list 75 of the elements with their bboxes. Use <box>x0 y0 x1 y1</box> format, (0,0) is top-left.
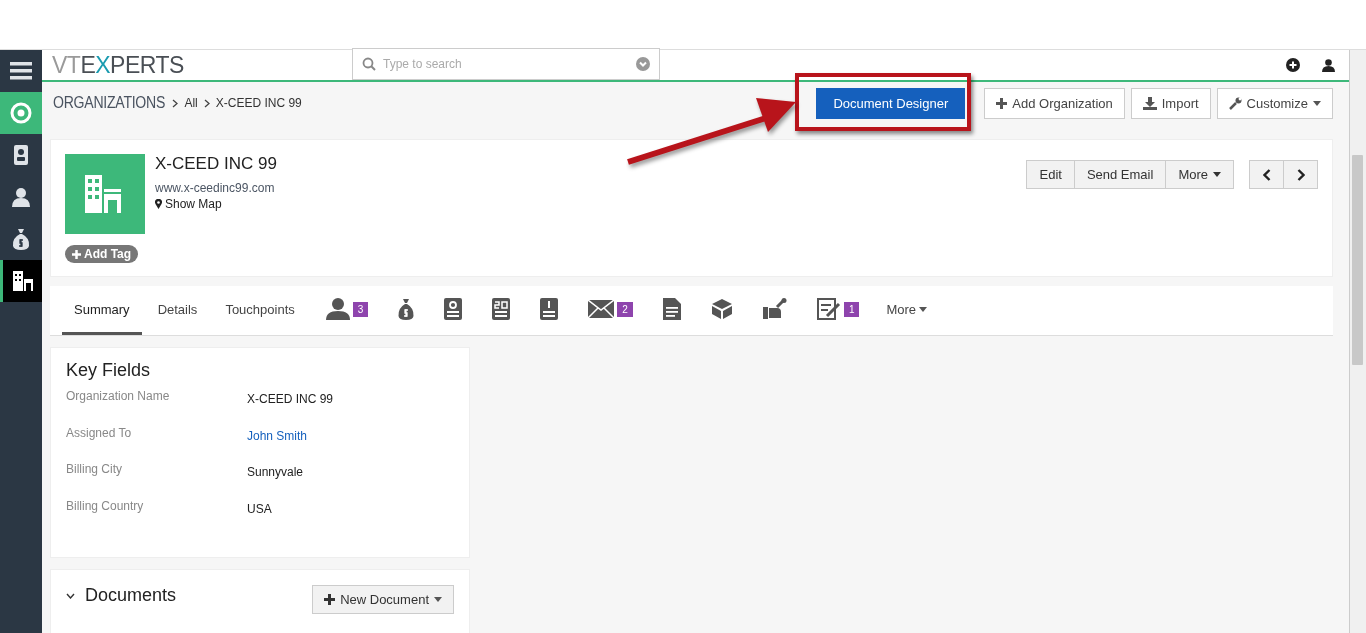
logo: VTEXPERTS <box>52 51 185 79</box>
import-button[interactable]: Import <box>1130 87 1211 119</box>
target-icon <box>10 102 32 124</box>
field-label: Billing Country <box>66 498 145 515</box>
download-icon <box>1142 96 1157 110</box>
count-badge: 2 <box>617 301 633 317</box>
checklist-icon <box>816 298 841 320</box>
tab[interactable]: Touchpoints <box>213 286 307 335</box>
module-title[interactable]: ORGANIZATIONS <box>53 94 166 112</box>
envelope-icon <box>588 300 615 318</box>
count-badge: 3 <box>352 301 369 317</box>
field-value: Sunnyvale <box>247 464 304 481</box>
plus-icon <box>72 249 81 259</box>
address-book-icon <box>13 145 29 165</box>
field-label: Billing City <box>66 462 123 478</box>
caret-icon <box>1313 100 1321 106</box>
tasks-tab[interactable]: 1 <box>801 286 875 335</box>
box-icon <box>710 298 733 320</box>
search-field[interactable]: Type to search <box>352 48 660 80</box>
hand-wrench-icon <box>762 298 787 320</box>
caret-icon <box>919 306 928 312</box>
document-designer-button[interactable]: Document Designer <box>816 87 966 119</box>
search-icon <box>362 57 376 71</box>
field-value: X-CEED INC 99 <box>247 391 334 408</box>
sidebar-item[interactable] <box>0 260 42 302</box>
document-icon <box>662 298 681 320</box>
chevron-right-icon <box>172 98 179 108</box>
chevron-right-icon <box>1296 168 1305 181</box>
add-icon[interactable] <box>1286 58 1300 72</box>
record-action-button[interactable]: Edit <box>1026 160 1075 189</box>
more-tab[interactable]: More <box>874 286 940 335</box>
menu-icon <box>10 62 32 80</box>
record-name: X-CEED INC 99 <box>155 154 277 174</box>
person-icon <box>11 187 31 207</box>
sales-order-icon <box>492 298 511 320</box>
new-document-button[interactable]: New Document <box>312 585 454 614</box>
caret-icon <box>1213 172 1221 177</box>
section-title: Documents <box>85 585 177 606</box>
money-bag-icon <box>12 228 30 250</box>
chevron-right-icon <box>203 98 210 108</box>
section-title: Key Fields <box>66 360 152 381</box>
scrollbar[interactable] <box>1349 50 1366 633</box>
money-bag-icon <box>398 298 415 320</box>
map-pin-icon <box>155 199 162 209</box>
next-button[interactable] <box>1283 160 1318 189</box>
record-action-button[interactable]: Send Email <box>1073 160 1167 189</box>
building-icon <box>11 270 34 292</box>
previous-button[interactable] <box>1249 160 1284 189</box>
breadcrumb-link[interactable]: All <box>184 96 198 110</box>
person-icon <box>325 298 350 320</box>
add-button[interactable]: Add Organization <box>984 87 1125 119</box>
wrench-icon <box>1228 96 1242 110</box>
customize-button[interactable]: Customize <box>1216 87 1333 119</box>
contacts-tab[interactable]: 3 <box>310 286 384 335</box>
tab[interactable]: Summary <box>62 286 142 335</box>
count-badge: 1 <box>843 301 860 317</box>
more-dropdown-button[interactable]: More <box>1165 160 1234 189</box>
invoice-icon <box>540 298 559 320</box>
caret-icon <box>434 597 442 602</box>
add-tag-button[interactable]: Add Tag <box>65 245 139 263</box>
emails-tab[interactable]: 2 <box>573 286 648 335</box>
tab[interactable]: Details <box>145 286 210 335</box>
website-link[interactable]: www.x-ceedinc99.com <box>155 181 277 195</box>
field-label: Assigned To <box>66 425 133 442</box>
quote-icon <box>444 298 463 320</box>
user-icon[interactable] <box>1322 58 1335 72</box>
chevron-down-icon <box>636 57 650 71</box>
chevron-left-icon <box>1262 168 1271 181</box>
field-value: USA <box>247 500 272 518</box>
plus-icon <box>324 594 336 605</box>
field-value-link[interactable]: John Smith <box>247 425 308 462</box>
field-label: Organization Name <box>66 389 171 405</box>
chevron-down-icon[interactable] <box>66 592 75 599</box>
plus-icon <box>996 97 1008 109</box>
show-map-link[interactable]: Show Map <box>155 197 277 211</box>
